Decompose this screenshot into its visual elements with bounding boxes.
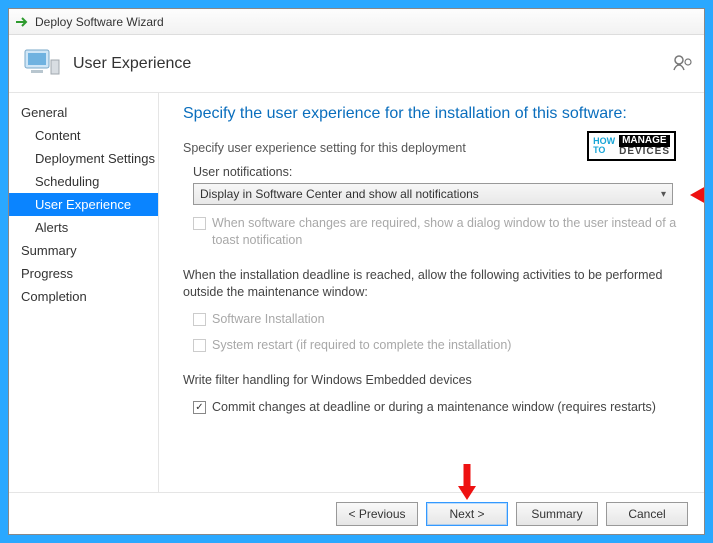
sidebar-item-completion[interactable]: Completion bbox=[9, 285, 158, 308]
commit-changes-label: Commit changes at deadline or during a m… bbox=[212, 399, 656, 416]
system-restart-label: System restart (if required to complete … bbox=[212, 337, 511, 354]
sidebar-item-user-experience[interactable]: User Experience bbox=[9, 193, 158, 216]
system-restart-checkbox-row: System restart (if required to complete … bbox=[193, 337, 680, 354]
watermark-md: MANAGE DEVICES bbox=[619, 135, 670, 157]
titlebar: Deploy Software Wizard bbox=[9, 9, 704, 35]
watermark-howto: HOW TO bbox=[593, 137, 615, 155]
next-button-wrap: Next > bbox=[426, 502, 508, 526]
wizard-window: Deploy Software Wizard User Experience G… bbox=[8, 8, 705, 535]
window-title: Deploy Software Wizard bbox=[35, 15, 164, 29]
chevron-down-icon: ▾ bbox=[661, 189, 666, 200]
user-notifications-label: User notifications: bbox=[193, 165, 680, 179]
app-arrow-icon bbox=[15, 15, 29, 29]
dialog-window-label: When software changes are required, show… bbox=[212, 215, 680, 249]
sidebar-item-general[interactable]: General bbox=[9, 101, 158, 124]
wizard-header: User Experience bbox=[9, 35, 704, 93]
annotation-arrow-next-icon bbox=[455, 462, 479, 507]
system-restart-checkbox bbox=[193, 339, 206, 352]
dialog-window-checkbox bbox=[193, 217, 206, 230]
wizard-sidebar: GeneralContentDeployment SettingsSchedul… bbox=[9, 93, 159, 492]
previous-button[interactable]: < Previous bbox=[336, 502, 418, 526]
feedback-icon[interactable] bbox=[672, 53, 694, 78]
software-install-checkbox bbox=[193, 313, 206, 326]
computer-icon bbox=[21, 46, 61, 82]
dialog-window-checkbox-row: When software changes are required, show… bbox=[193, 215, 680, 249]
write-filter-heading: Write filter handling for Windows Embedd… bbox=[183, 372, 680, 389]
summary-button[interactable]: Summary bbox=[516, 502, 598, 526]
software-install-label: Software Installation bbox=[212, 311, 325, 328]
user-notifications-dropdown[interactable]: Display in Software Center and show all … bbox=[193, 183, 673, 205]
deadline-heading: When the installation deadline is reache… bbox=[183, 267, 680, 301]
sidebar-item-alerts[interactable]: Alerts bbox=[9, 216, 158, 239]
dropdown-value: Display in Software Center and show all … bbox=[200, 187, 479, 201]
commit-changes-checkbox-row[interactable]: ✓ Commit changes at deadline or during a… bbox=[193, 399, 680, 416]
wizard-body: GeneralContentDeployment SettingsSchedul… bbox=[9, 93, 704, 492]
sidebar-item-deployment-settings[interactable]: Deployment Settings bbox=[9, 147, 158, 170]
annotation-arrow-dropdown-icon bbox=[688, 183, 704, 210]
cancel-button[interactable]: Cancel bbox=[606, 502, 688, 526]
sidebar-item-progress[interactable]: Progress bbox=[9, 262, 158, 285]
sidebar-item-content[interactable]: Content bbox=[9, 124, 158, 147]
software-install-checkbox-row: Software Installation bbox=[193, 311, 680, 328]
wizard-footer: < Previous Next > Summary Cancel bbox=[9, 492, 704, 534]
wizard-content: Specify the user experience for the inst… bbox=[159, 93, 704, 492]
sidebar-item-summary[interactable]: Summary bbox=[9, 239, 158, 262]
content-heading: Specify the user experience for the inst… bbox=[183, 105, 680, 123]
commit-changes-checkbox[interactable]: ✓ bbox=[193, 401, 206, 414]
sidebar-item-scheduling[interactable]: Scheduling bbox=[9, 170, 158, 193]
watermark-badge: HOW TO MANAGE DEVICES bbox=[587, 131, 676, 161]
page-title: User Experience bbox=[73, 55, 191, 73]
